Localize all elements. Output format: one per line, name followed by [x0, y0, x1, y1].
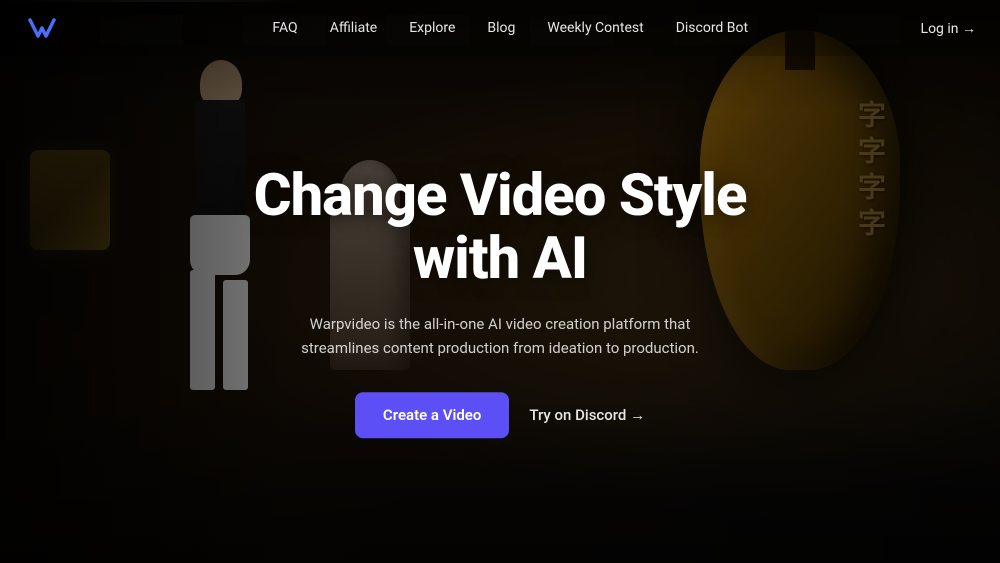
- nav-discord-bot[interactable]: Discord Bot: [676, 20, 748, 36]
- nav-weekly-contest[interactable]: Weekly Contest: [547, 20, 643, 36]
- create-video-button[interactable]: Create a Video: [355, 392, 509, 438]
- hero-title: Change Video Style with AI: [250, 165, 750, 293]
- try-discord-button[interactable]: Try on Discord →: [529, 392, 645, 438]
- logo[interactable]: [24, 10, 60, 46]
- nav-faq[interactable]: FAQ: [272, 20, 297, 36]
- nav-blog[interactable]: Blog: [487, 20, 515, 36]
- login-button[interactable]: Log in →: [921, 20, 976, 37]
- navbar: FAQ Affiliate Explore Blog Weekly Contes…: [0, 0, 1000, 56]
- nav-links: FAQ Affiliate Explore Blog Weekly Contes…: [100, 20, 921, 36]
- logo-icon: [24, 10, 60, 46]
- nav-explore[interactable]: Explore: [409, 20, 455, 36]
- hero-section: 字字字字 FAQ Affiliate Explore Blog Weekly C…: [0, 0, 1000, 563]
- hero-buttons: Create a Video Try on Discord →: [250, 392, 750, 438]
- hero-content: Change Video Style with AI Warpvideo is …: [250, 165, 750, 439]
- nav-affiliate[interactable]: Affiliate: [330, 20, 378, 36]
- hero-subtitle: Warpvideo is the all-in-one AI video cre…: [290, 312, 710, 360]
